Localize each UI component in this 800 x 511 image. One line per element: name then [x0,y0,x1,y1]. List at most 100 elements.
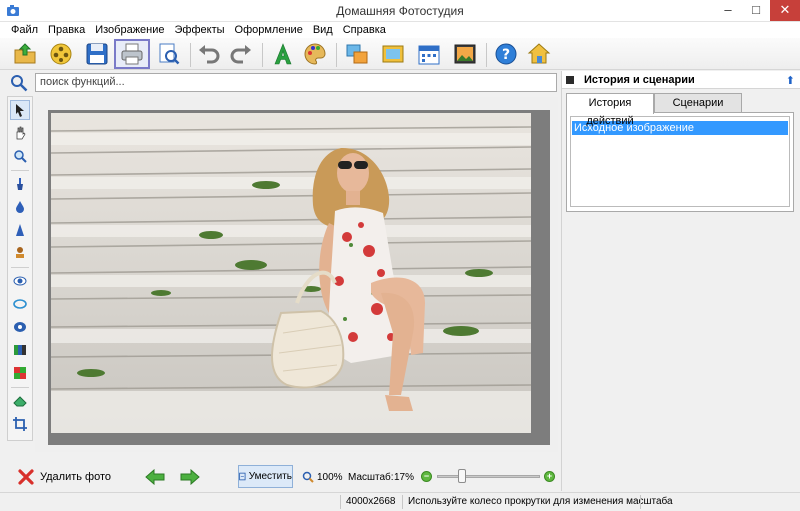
pin-icon[interactable]: ⬆ [786,74,795,87]
stamp-tool[interactable] [10,243,30,263]
save-icon [86,43,108,65]
drop-tool[interactable] [10,197,30,217]
toolbar-separator [336,43,337,67]
search-input[interactable]: поиск функций... [35,73,557,92]
print-icon [121,43,143,65]
close-button[interactable]: ✕ [770,0,800,21]
magnifier-icon [302,471,314,483]
open-button[interactable] [10,39,40,69]
photo-preview[interactable] [51,113,531,433]
delete-photo-label: Удалить фото [40,471,112,483]
collage-button[interactable] [342,39,372,69]
zoom-tool[interactable] [10,146,30,166]
redo-icon [230,45,251,64]
calendar-icon [418,45,440,65]
undo-button[interactable] [194,39,224,69]
menu-image[interactable]: Изображение [90,22,169,38]
eye-icon [14,322,26,332]
window-title: Домашняя Фотостудия [336,4,464,18]
tab-scenarios[interactable]: Сценарии [654,93,742,113]
menu-help[interactable]: Справка [338,22,391,38]
eraser-icon [13,396,27,407]
stamp-icon [16,247,24,258]
frame-button[interactable] [378,39,408,69]
preview-button[interactable] [154,39,184,69]
minimize-button[interactable]: – [714,0,742,21]
calendar-button[interactable] [414,39,444,69]
tool-separator [11,170,29,171]
bottom-controls: Удалить фото Уместить 100% Масштаб: 17% … [0,461,560,491]
status-divider [402,495,403,509]
home-button[interactable] [524,39,554,69]
hand-tool[interactable] [10,123,30,143]
palette-button[interactable] [300,39,330,69]
photo-button[interactable] [450,39,480,69]
panel-marker-icon [566,76,574,84]
next-photo-button[interactable] [180,469,200,485]
menu-edit[interactable]: Правка [43,22,90,38]
zoom-100-label: 100% [317,471,343,483]
canvas-area[interactable] [35,97,558,452]
title-bar: Домашняя Фотостудия – □ ✕ [0,0,800,22]
redeye-icon [13,276,27,286]
tool-separator [11,387,29,388]
preview-icon [159,43,180,65]
crop-tool[interactable] [10,414,30,434]
delete-photo-button[interactable]: Удалить фото [18,469,111,485]
panel-header: История и сценарии ⬆ [562,71,800,89]
pointer-tool[interactable] [10,100,30,120]
redo-button[interactable] [226,39,256,69]
scale-value: 17% [394,472,415,483]
undo-icon [199,45,220,64]
zoom-icon [14,150,27,163]
photo-image [51,113,531,433]
film-button[interactable] [46,39,76,69]
photo-icon [454,44,476,64]
print-button[interactable] [114,39,150,69]
levels-icon [14,345,26,355]
previous-photo-button[interactable] [145,469,165,485]
image-dimensions: 4000x2668 [346,496,396,507]
ring-tool[interactable] [10,294,30,314]
text-button[interactable] [268,39,298,69]
zoom-100-button[interactable]: 100% [302,471,343,483]
help-button[interactable]: ? [491,39,521,69]
eraser-tool[interactable] [10,391,30,411]
tool-palette [7,96,33,441]
tool-separator [11,267,29,268]
status-bar: 4000x2668 Используйте колесо прокрутки д… [0,492,800,511]
maximize-button[interactable]: □ [742,0,770,21]
status-hint: Используйте колесо прокрутки для изменен… [408,496,673,507]
function-search: поиск функций... [0,71,560,95]
menu-design[interactable]: Оформление [230,22,308,38]
menu-effects[interactable]: Эффекты [170,22,230,38]
drop-icon [16,201,24,213]
save-button[interactable] [82,39,112,69]
zoom-out-button[interactable]: − [421,471,432,482]
zoom-slider-track[interactable] [437,475,540,478]
redeye-tool[interactable] [10,271,30,291]
arrow-left-icon [145,469,165,485]
frame-icon [382,45,404,63]
scale-label: Масштаб: [348,472,394,483]
menu-file[interactable]: Файл [0,22,43,38]
menu-view[interactable]: Вид [308,22,338,38]
canvas-frame [48,110,550,445]
collage-icon [346,44,368,64]
palette-icon [304,43,326,65]
levels-tool[interactable] [10,340,30,360]
colors-tool[interactable] [10,363,30,383]
fit-button[interactable]: Уместить [238,465,293,488]
sharpen-tool[interactable] [10,220,30,240]
fit-label: Уместить [248,471,292,482]
search-icon[interactable] [10,74,28,92]
brush-icon [17,178,23,190]
home-icon [527,43,551,64]
tab-history[interactable]: История действий [566,93,654,127]
eye-tool[interactable] [10,317,30,337]
zoom-in-button[interactable]: + [544,471,555,482]
zoom-slider-thumb[interactable] [458,469,466,483]
brush-tool[interactable] [10,174,30,194]
text-icon [274,43,292,65]
history-panel: История и сценарии ⬆ История действий Сц… [561,71,800,491]
